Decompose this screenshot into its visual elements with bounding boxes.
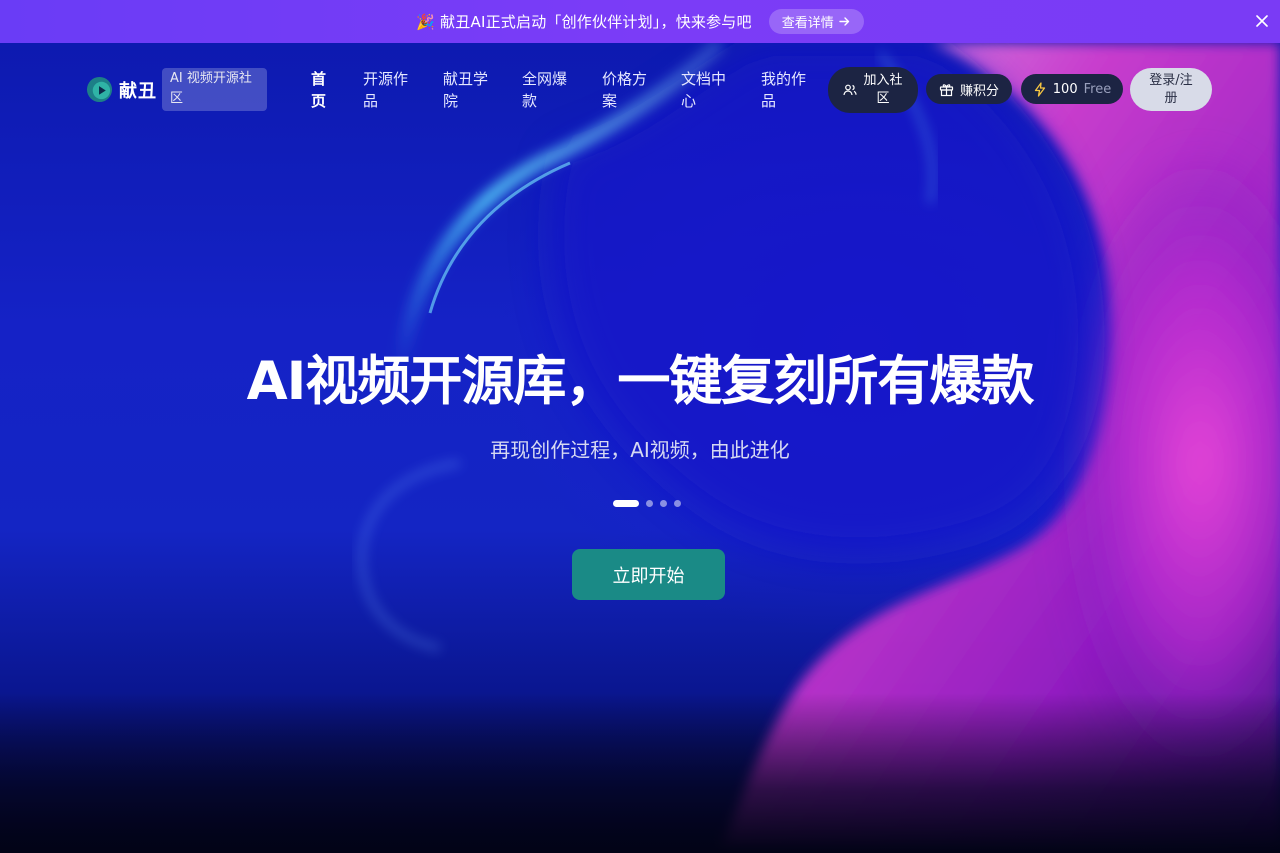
announcement-close-button[interactable]	[1252, 11, 1272, 31]
credits-balance[interactable]: 100 Free	[1021, 74, 1123, 104]
carousel-dot-2[interactable]	[646, 500, 653, 507]
logo-play-icon	[86, 76, 113, 103]
site-logo[interactable]: 献丑	[86, 76, 157, 103]
hero-subheading: 再现创作过程，AI视频，由此进化	[490, 438, 790, 462]
carousel-dot-3[interactable]	[660, 500, 667, 507]
hero-bottom-fade	[0, 693, 1280, 853]
credits-amount: 100	[1052, 81, 1078, 97]
announcement-details-button[interactable]: 查看详情	[768, 9, 864, 34]
login-register-label: 登录/注册	[1149, 72, 1193, 106]
nav-item-pricing[interactable]: 价格方案	[602, 68, 650, 112]
join-community-button[interactable]: 加入社区	[828, 67, 918, 113]
earn-points-button[interactable]: 赚积分	[926, 74, 1012, 104]
earn-points-label: 赚积分	[959, 83, 999, 99]
nav-item-open-source-works[interactable]: 开源作品	[363, 68, 411, 112]
plan-badge: Free	[1083, 81, 1112, 97]
top-navbar: 献丑 AI 视频开源社区 首页 开源作品 献丑学院 全网爆款 价格方案 文档中心…	[0, 43, 1280, 137]
carousel-indicators	[613, 500, 681, 507]
logo-tagline: AI 视频开源社区	[162, 68, 267, 111]
nav-item-home[interactable]: 首页	[311, 68, 331, 112]
arrow-right-icon	[839, 17, 849, 26]
users-icon	[843, 84, 857, 96]
login-register-button[interactable]: 登录/注册	[1130, 68, 1212, 111]
logo-text: 献丑	[119, 80, 157, 102]
lightning-icon	[1034, 81, 1045, 97]
announcement-details-label: 查看详情	[781, 16, 834, 31]
carousel-dot-4[interactable]	[674, 500, 681, 507]
nav-item-my-works[interactable]: 我的作品	[761, 68, 809, 112]
hero-headline: AI视频开源库，一键复刻所有爆款	[246, 351, 1035, 412]
close-icon	[1256, 15, 1268, 27]
nav-item-docs[interactable]: 文档中心	[681, 68, 729, 112]
join-community-label: 加入社区	[863, 73, 903, 106]
carousel-dot-1[interactable]	[613, 500, 639, 507]
start-now-button[interactable]: 立即开始	[572, 549, 725, 600]
nav-item-trending[interactable]: 全网爆款	[522, 68, 570, 112]
gift-icon	[939, 83, 954, 96]
announcement-text: 🎉 献丑AI正式启动「创作伙伴计划」，快来参与吧	[416, 13, 752, 31]
announcement-bar: 🎉 献丑AI正式启动「创作伙伴计划」，快来参与吧 查看详情	[0, 0, 1280, 43]
nav-item-academy[interactable]: 献丑学院	[443, 68, 491, 112]
